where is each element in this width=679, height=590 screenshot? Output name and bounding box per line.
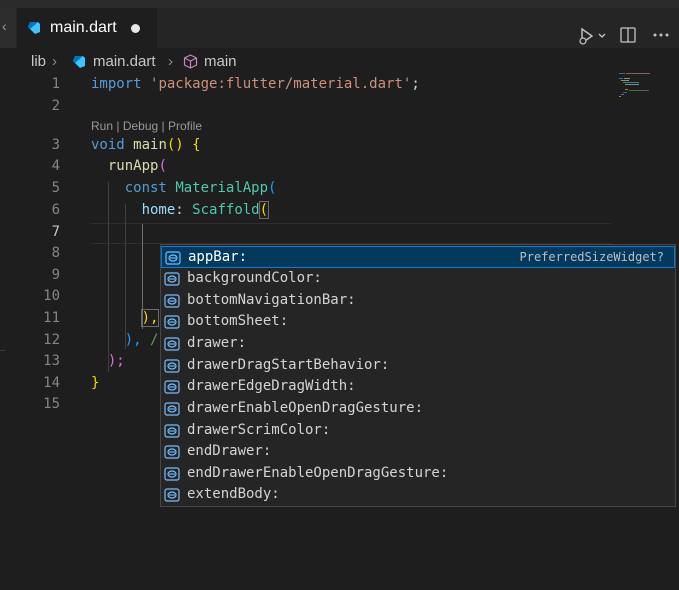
window-top-strip bbox=[0, 0, 679, 8]
suggestion-item[interactable]: backgroundColor: bbox=[161, 268, 675, 290]
suggestion-label: appBar: bbox=[188, 249, 248, 265]
field-symbol-icon bbox=[165, 251, 181, 265]
field-symbol-icon bbox=[164, 380, 180, 394]
suggestion-widget[interactable]: appBar: PreferredSizeWidget? backgroundC… bbox=[160, 244, 676, 507]
suggestion-item[interactable]: bottomNavigationBar: bbox=[161, 290, 675, 312]
suggestion-item[interactable]: drawer: bbox=[161, 333, 675, 355]
breadcrumb-file[interactable]: main.dart bbox=[93, 53, 156, 70]
line-number: 6 bbox=[51, 202, 60, 218]
suggestion-item[interactable]: endDrawerEnableOpenDragGesture: bbox=[161, 463, 675, 485]
suggestion-label: drawerEnableOpenDragGesture: bbox=[187, 400, 424, 416]
code-line-5: const MaterialApp( bbox=[124, 180, 277, 196]
line-number: 15 bbox=[43, 396, 60, 412]
line-number: 2 bbox=[51, 98, 60, 114]
code-lens: Run | Debug | Profile bbox=[91, 119, 202, 133]
method-cube-icon bbox=[183, 54, 198, 69]
suggestion-item-selected[interactable]: appBar: PreferredSizeWidget? bbox=[161, 246, 675, 268]
dart-file-icon bbox=[73, 56, 85, 68]
field-symbol-icon bbox=[164, 467, 180, 481]
minimap[interactable] bbox=[617, 72, 661, 102]
suggestion-label: backgroundColor: bbox=[187, 270, 322, 286]
previous-tab-stub[interactable]: ‹ bbox=[0, 8, 16, 48]
suggestion-label: endDrawer: bbox=[187, 443, 272, 459]
line-number: 8 bbox=[51, 245, 60, 261]
run-debug-icon[interactable] bbox=[577, 26, 607, 46]
code-line-13: ); bbox=[107, 353, 125, 369]
line-number: 3 bbox=[51, 137, 60, 153]
tab-title: main.dart bbox=[50, 19, 117, 36]
code-line-11: ), bbox=[140, 309, 160, 327]
panel-edge bbox=[0, 350, 5, 351]
field-symbol-icon bbox=[164, 337, 180, 351]
field-symbol-icon bbox=[164, 488, 180, 502]
current-line-highlight bbox=[91, 223, 611, 244]
field-symbol-icon bbox=[164, 445, 180, 459]
breadcrumb-folder[interactable]: lib bbox=[31, 53, 46, 70]
line-number: 14 bbox=[43, 375, 60, 391]
suggestion-item[interactable]: extendBody: bbox=[161, 484, 675, 506]
more-actions-icon[interactable] bbox=[651, 26, 671, 44]
indent-guide bbox=[125, 204, 126, 349]
suggestion-item[interactable]: drawerEdgeDragWidth: bbox=[161, 376, 675, 398]
code-line-14: } bbox=[91, 375, 100, 391]
line-number: 11 bbox=[43, 310, 60, 326]
suggestion-label: drawer: bbox=[187, 335, 247, 351]
field-symbol-icon bbox=[164, 424, 180, 438]
field-symbol-icon bbox=[164, 359, 180, 373]
suggestion-label: extendBody: bbox=[187, 486, 280, 502]
field-symbol-icon bbox=[164, 272, 180, 286]
suggestion-item[interactable]: drawerEnableOpenDragGesture: bbox=[161, 398, 675, 420]
suggestion-label: drawerDragStartBehavior: bbox=[187, 357, 390, 373]
editor-tab-bar: ‹ main.dart bbox=[0, 8, 679, 48]
code-line-12: ), / bbox=[124, 332, 159, 348]
tab-main-dart[interactable]: main.dart bbox=[17, 8, 157, 48]
field-symbol-icon bbox=[164, 315, 180, 329]
suggestion-label: drawerEdgeDragWidth: bbox=[187, 378, 356, 394]
suggestion-label: bottomNavigationBar: bbox=[187, 292, 356, 308]
line-number: 13 bbox=[43, 353, 60, 369]
code-line-1: import 'package:flutter/material.dart'; bbox=[91, 76, 420, 92]
dart-file-icon bbox=[28, 22, 40, 34]
suggestion-label: bottomSheet: bbox=[187, 313, 289, 329]
suggestion-item[interactable]: drawerScrimColor: bbox=[161, 420, 675, 442]
line-number: 12 bbox=[43, 332, 60, 348]
unsaved-dot-icon[interactable] bbox=[131, 24, 140, 33]
suggestion-item[interactable]: bottomSheet: bbox=[161, 311, 675, 333]
codelens-debug[interactable]: Debug bbox=[123, 119, 158, 133]
suggestion-item[interactable]: drawerDragStartBehavior: bbox=[161, 355, 675, 377]
line-number: 10 bbox=[43, 288, 60, 304]
code-line-3: void main() { bbox=[91, 137, 201, 153]
field-symbol-icon bbox=[164, 402, 180, 416]
chevron-right-icon: › bbox=[52, 53, 57, 70]
chevron-right-icon: › bbox=[168, 53, 173, 70]
code-line-6: home: Scaffold( bbox=[141, 201, 270, 219]
chevron-left-icon: ‹ bbox=[2, 18, 7, 34]
line-number: 9 bbox=[51, 267, 60, 283]
split-editor-icon[interactable] bbox=[619, 26, 637, 44]
codelens-run[interactable]: Run bbox=[91, 119, 113, 133]
codelens-profile[interactable]: Profile bbox=[168, 119, 202, 133]
breadcrumb-symbol[interactable]: main bbox=[204, 53, 237, 70]
field-symbol-icon bbox=[164, 294, 180, 308]
line-number: 4 bbox=[51, 158, 60, 174]
breadcrumb: lib › main.dart › main bbox=[0, 48, 679, 74]
suggestion-label: endDrawerEnableOpenDragGesture: bbox=[187, 465, 449, 481]
line-number-current: 7 bbox=[51, 224, 60, 240]
suggestion-label: drawerScrimColor: bbox=[187, 422, 331, 438]
line-number: 1 bbox=[51, 76, 60, 92]
code-line-4: runApp( bbox=[107, 158, 167, 174]
suggestion-detail: PreferredSizeWidget? bbox=[519, 250, 665, 264]
suggestion-item[interactable]: endDrawer: bbox=[161, 441, 675, 463]
line-number: 5 bbox=[51, 180, 60, 196]
